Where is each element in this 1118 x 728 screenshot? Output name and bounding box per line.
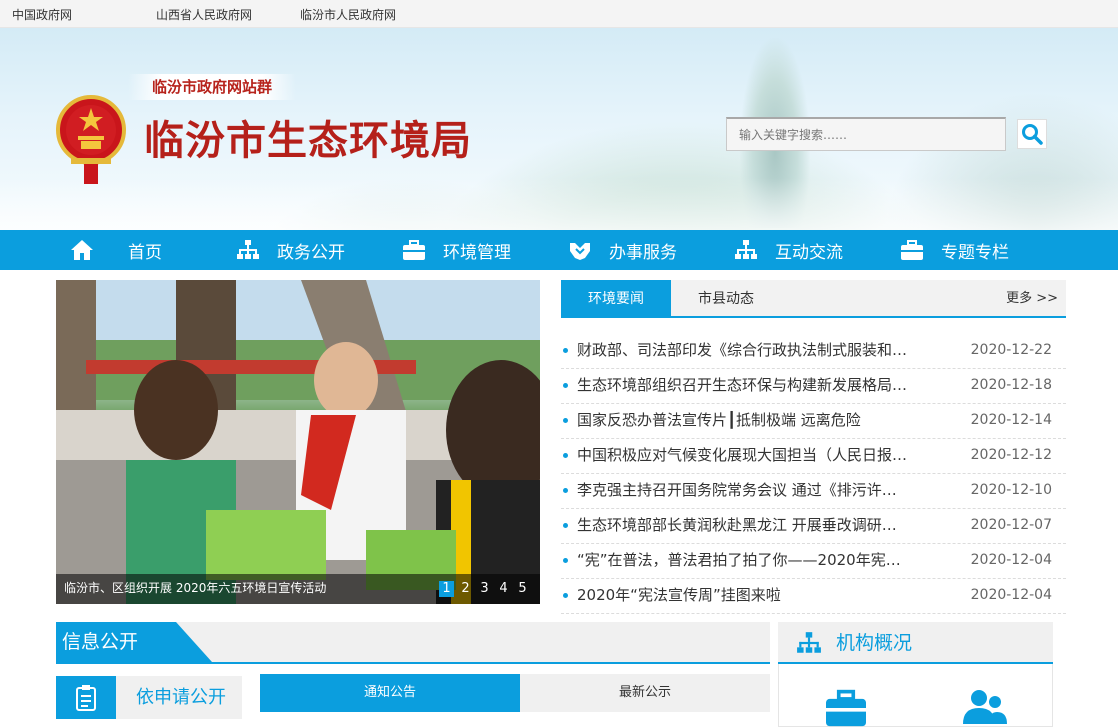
news-date: 2020-12-12 [970, 447, 1052, 463]
handshake-icon [570, 243, 590, 260]
national-emblem-icon [56, 95, 126, 184]
news-date: 2020-12-04 [970, 587, 1052, 603]
list-item[interactable]: 生态环境部部长黄润秋赴黑龙江 开展垂改调研… 2020-12-07 [561, 509, 1066, 544]
news-title: 生态环境部部长黄润秋赴黑龙江 开展垂改调研… [577, 516, 897, 534]
nav-item-env-management[interactable]: 环境管理 [402, 230, 552, 270]
bullet-icon [563, 488, 568, 493]
slide-page-2[interactable]: 2 [458, 581, 473, 597]
list-item[interactable]: 2020年“宪法宣传周”挂图来啦 2020-12-04 [561, 579, 1066, 614]
news-title: 生态环境部组织召开生态环保与构建新发展格局… [577, 376, 908, 394]
news-tabs: 环境要闻 市县动态 更多 >> [561, 280, 1066, 318]
list-item[interactable]: “宪”在普法，普法君拍了拍了你——2020年宪… 2020-12-04 [561, 544, 1066, 579]
news-date: 2020-12-04 [970, 552, 1052, 568]
bullet-icon [563, 383, 568, 388]
nav-item-services[interactable]: 办事服务 [568, 230, 718, 270]
news-date: 2020-12-18 [970, 377, 1052, 393]
search-button[interactable] [1017, 119, 1047, 149]
briefcase-icon [403, 240, 425, 260]
news-title: 2020年“宪法宣传周”挂图来啦 [577, 586, 781, 604]
photo-slideshow[interactable]: 临汾市、区组织开展 2020年六五环境日宣传活动 1 2 3 4 5 [56, 280, 540, 604]
news-date: 2020-12-10 [970, 482, 1052, 498]
slide-pager: 1 2 3 4 5 [439, 581, 530, 597]
main-nav: 首页 政务公开 环境管理 办事服务 互动交流 专题专栏 [0, 230, 1118, 270]
sitemap-icon [797, 632, 821, 653]
slide-page-3[interactable]: 3 [477, 581, 492, 597]
bullet-icon [563, 558, 568, 563]
nav-item-home[interactable]: 首页 [70, 230, 210, 270]
org-section-header: 机构概况 [778, 622, 1053, 664]
document-icon [56, 676, 116, 719]
news-title: 国家反恐办普法宣传片┃抵制极端 远离危险 [577, 411, 861, 429]
bullet-icon [563, 348, 568, 353]
nav-label: 互动交流 [775, 242, 843, 263]
sitemap-icon [735, 240, 757, 259]
link-linfen-gov[interactable]: 临汾市人民政府网 [300, 6, 396, 23]
news-title: 中国积极应对气候变化展现大国担当（人民日报… [577, 446, 908, 464]
info-section-header: 信息公开 [56, 622, 770, 664]
top-links-bar: 中国政府网 山西省人民政府网 临汾市人民政府网 [0, 0, 1118, 28]
list-item[interactable]: 中国积极应对气候变化展现大国担当（人民日报… 2020-12-12 [561, 439, 1066, 474]
nav-item-interaction[interactable]: 互动交流 [734, 230, 884, 270]
nav-label: 办事服务 [609, 242, 677, 263]
bullet-icon [563, 593, 568, 598]
notice-tabs: 通知公告 最新公示 [260, 674, 770, 712]
apply-disclosure-label: 依申请公开 [136, 687, 226, 708]
nav-item-gov-affairs[interactable]: 政务公开 [236, 230, 386, 270]
more-link[interactable]: 更多 >> [1006, 280, 1058, 318]
news-date: 2020-12-07 [970, 517, 1052, 533]
site-title[interactable]: 临汾市生态环境局 [144, 108, 472, 166]
news-date: 2020-12-22 [970, 342, 1052, 358]
briefcase-icon[interactable] [823, 688, 869, 728]
bullet-icon [563, 523, 568, 528]
tab-latest-publicity[interactable]: 最新公示 [520, 674, 770, 712]
slide-page-1[interactable]: 1 [439, 581, 454, 597]
nav-label: 环境管理 [443, 242, 511, 263]
nav-item-special-topics[interactable]: 专题专栏 [900, 230, 1050, 270]
briefcase-icon [901, 240, 923, 260]
nav-label: 专题专栏 [941, 242, 1009, 263]
bullet-icon [563, 453, 568, 458]
slide-caption[interactable]: 临汾市、区组织开展 2020年六五环境日宣传活动 [64, 579, 326, 596]
list-item[interactable]: 财政部、司法部印发《综合行政执法制式服装和… 2020-12-22 [561, 334, 1066, 369]
site-group-tag[interactable]: 临汾市政府网站群 [128, 74, 296, 100]
tab-county-news[interactable]: 市县动态 [671, 280, 781, 318]
nav-label: 首页 [128, 242, 162, 263]
news-date: 2020-12-14 [970, 412, 1052, 428]
search-input[interactable] [726, 117, 1006, 151]
org-section-title[interactable]: 机构概况 [836, 622, 912, 664]
link-shanxi-gov[interactable]: 山西省人民政府网 [156, 6, 252, 23]
bullet-icon [563, 418, 568, 423]
list-item[interactable]: 国家反恐办普法宣传片┃抵制极端 远离危险 2020-12-14 [561, 404, 1066, 439]
news-list: 财政部、司法部印发《综合行政执法制式服装和… 2020-12-22 生态环境部组织… [561, 334, 1066, 614]
news-title: 财政部、司法部印发《综合行政执法制式服装和… [577, 341, 908, 359]
tab-env-news[interactable]: 环境要闻 [561, 280, 671, 318]
sitemap-icon [237, 240, 259, 259]
list-item[interactable]: 生态环境部组织召开生态环保与构建新发展格局… 2020-12-18 [561, 369, 1066, 404]
news-title: 李克强主持召开国务院常务会议 通过《排污许… [577, 481, 897, 499]
slide-photo [56, 280, 540, 604]
home-icon [71, 240, 93, 260]
nav-label: 政务公开 [277, 242, 345, 263]
link-gov-cn[interactable]: 中国政府网 [12, 6, 72, 23]
info-section-title[interactable]: 信息公开 [56, 622, 212, 662]
org-section-body [778, 664, 1053, 727]
news-title: “宪”在普法，普法君拍了拍了你——2020年宪… [577, 551, 901, 569]
search-icon [1022, 124, 1043, 145]
list-item[interactable]: 李克强主持召开国务院常务会议 通过《排污许… 2020-12-10 [561, 474, 1066, 509]
slide-page-4[interactable]: 4 [496, 581, 511, 597]
users-icon[interactable] [959, 686, 1009, 726]
tab-notices[interactable]: 通知公告 [260, 674, 520, 712]
slide-page-5[interactable]: 5 [515, 581, 530, 597]
apply-disclosure-button[interactable]: 依申请公开 [56, 676, 242, 719]
